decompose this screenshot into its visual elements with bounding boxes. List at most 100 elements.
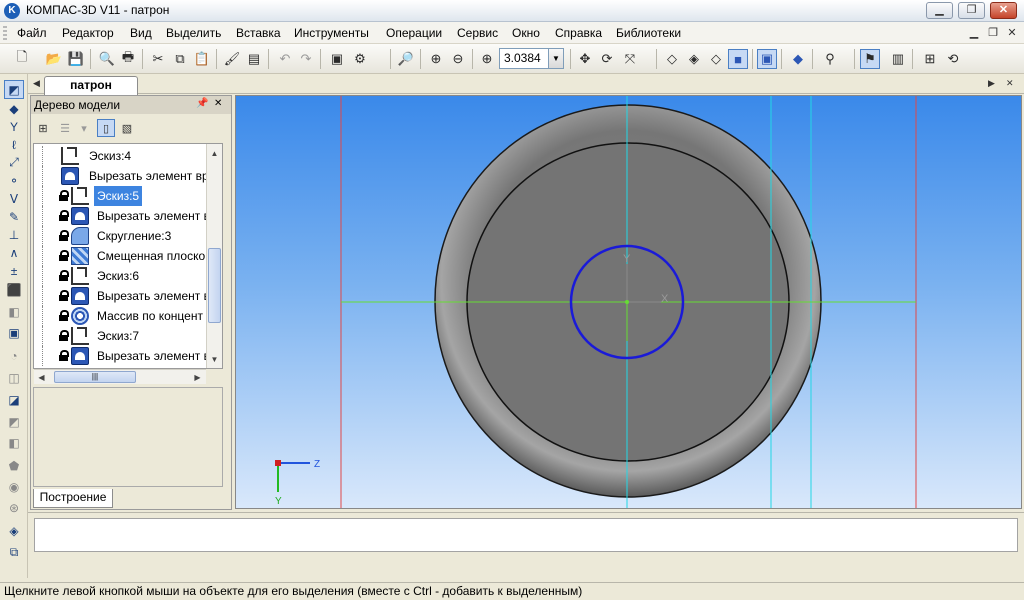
scroll-right-icon[interactable]: ▶ <box>190 370 205 385</box>
geometry-icon[interactable]: ⤢ <box>4 153 24 172</box>
manager-icon[interactable]: ▣ <box>327 49 347 69</box>
diagnostics-icon[interactable]: ◈ <box>4 521 24 540</box>
tree-item-circular-array[interactable]: Массив по концент <box>34 306 209 326</box>
tab-build[interactable]: Построение <box>33 489 113 508</box>
chamfer-tool-icon[interactable]: ◫ <box>4 368 24 387</box>
properties-brush-icon[interactable]: 🖌 <box>222 49 242 69</box>
variables-icon[interactable]: ▤ <box>244 49 264 69</box>
menu-edit[interactable]: Редактор <box>62 26 114 40</box>
tree-item-sketch-4[interactable]: Эскиз:4 <box>34 146 209 166</box>
hscroll-thumb[interactable]: ||| <box>54 371 136 383</box>
copy-icon[interactable]: ⧉ <box>170 49 190 69</box>
new-document-icon[interactable]: 🗋 <box>12 49 32 69</box>
tree-structure-icon[interactable]: ☰ <box>56 119 74 137</box>
zoom-dropdown-arrow-icon[interactable]: ▼ <box>549 48 564 69</box>
refresh-icon[interactable]: ⟲ <box>943 49 963 69</box>
snap-icon[interactable]: ⚑ <box>860 49 880 69</box>
sweep-icon[interactable]: ◪ <box>4 390 24 409</box>
shell-icon[interactable]: ◩ <box>4 412 24 431</box>
shaded-icon[interactable]: ■ <box>728 49 748 69</box>
tree-item-sketch-6[interactable]: Эскиз:6 <box>34 266 209 286</box>
tree-item-cut-4[interactable]: Вырезать элемент в <box>34 346 210 366</box>
paste-icon[interactable]: 📋 <box>192 49 212 69</box>
curves-icon[interactable]: ℓ <box>4 135 24 154</box>
command-input-area[interactable] <box>34 518 1018 552</box>
perspective-icon[interactable]: ◆ <box>788 49 808 69</box>
measure-icon[interactable]: ⊞ <box>920 49 940 69</box>
draft-icon[interactable]: ◧ <box>4 433 24 452</box>
menu-window[interactable]: Окно <box>512 26 540 40</box>
tab-close-icon[interactable]: ✕ <box>1006 78 1014 89</box>
tree-dropdown-icon[interactable]: ▾ <box>75 119 93 137</box>
tree-vertical-scrollbar[interactable]: ▲ ▼ <box>206 144 222 368</box>
minimize-button[interactable]: ▁ <box>926 2 953 19</box>
select-icon[interactable]: ± <box>4 261 24 280</box>
menu-libraries[interactable]: Библиотеки <box>616 26 681 40</box>
fillet-tool-icon[interactable]: ◔ <box>4 346 24 365</box>
tree-horizontal-scrollbar[interactable]: ◀ ||| ▶ <box>34 369 206 384</box>
measure-3d-icon[interactable]: ⧉ <box>4 543 24 562</box>
dimensions-icon[interactable]: ⚬ <box>4 171 24 190</box>
filter-icon[interactable]: ⚲ <box>820 49 840 69</box>
menu-service[interactable]: Сервис <box>457 26 498 40</box>
rib-icon[interactable]: ⬟ <box>4 456 24 475</box>
document-tab-patron[interactable]: патрон <box>44 76 138 95</box>
scroll-thumb[interactable] <box>208 248 221 323</box>
extrude-icon[interactable]: ⬛ <box>4 280 24 299</box>
panel-close-icon[interactable]: ✕ <box>214 98 222 109</box>
tree-order-icon[interactable]: ⊞ <box>34 119 52 137</box>
menu-tools[interactable]: Инструменты <box>294 26 369 40</box>
print-preview-icon[interactable]: 🔍 <box>97 49 117 69</box>
menu-view[interactable]: Вид <box>130 26 152 40</box>
measure-2d-icon[interactable]: ∧ <box>4 243 24 262</box>
filter-surfaces-icon[interactable]: Y <box>4 117 24 136</box>
tree-view-icon[interactable]: ▯ <box>97 119 115 137</box>
parametrization-icon[interactable]: ⊥ <box>4 225 24 244</box>
parameters-icon[interactable]: ⚙ <box>350 49 370 69</box>
symbols-icon[interactable]: Ⅴ <box>4 189 24 208</box>
tree-item-sketch-5[interactable]: Эскиз:5 <box>34 186 209 206</box>
menu-operations[interactable]: Операции <box>386 26 442 40</box>
scroll-left-icon[interactable]: ◀ <box>34 370 49 385</box>
scroll-down-icon[interactable]: ▼ <box>207 352 222 367</box>
rotate-icon[interactable]: ⟳ <box>597 49 617 69</box>
revolve-icon[interactable]: ◧ <box>4 302 24 321</box>
spatial-curves-icon[interactable]: ◆ <box>4 99 24 118</box>
shaded-edges-icon[interactable]: ▣ <box>757 49 777 69</box>
library-manager-icon[interactable]: ▥ <box>888 49 908 69</box>
maximize-button[interactable]: ❐ <box>958 2 985 19</box>
tree-item-cut-1[interactable]: Вырезать элемент вр <box>34 166 209 186</box>
menu-help[interactable]: Справка <box>555 26 602 40</box>
zoom-in-icon[interactable]: ⊕ <box>426 49 446 69</box>
orientation-icon[interactable]: ⤧ <box>620 49 640 69</box>
zoom-scale-icon[interactable]: ⊕ <box>477 49 497 69</box>
mdi-minimize-icon[interactable]: ▁ <box>966 25 982 41</box>
mdi-restore-icon[interactable]: ❐ <box>985 25 1001 41</box>
open-folder-icon[interactable]: 📂 <box>44 49 64 69</box>
tree-item-cut-2[interactable]: Вырезать элемент в <box>34 206 210 226</box>
tree-item-cut-3[interactable]: Вырезать элемент в <box>34 286 210 306</box>
mdi-close-icon[interactable]: ✕ <box>1004 25 1020 41</box>
menu-select[interactable]: Выделить <box>166 26 221 40</box>
tab-scroll-left-icon[interactable]: ◀ <box>33 78 40 89</box>
tree-item-fillet-3[interactable]: Скругление:3 <box>34 226 209 246</box>
zoom-all-icon[interactable]: 🔎 <box>396 49 416 69</box>
tab-scroll-right-icon[interactable]: ▶ <box>988 78 995 89</box>
editing-icon[interactable]: ✎ <box>4 207 24 226</box>
scroll-up-icon[interactable]: ▲ <box>207 146 222 161</box>
edit-part-icon[interactable]: ◩ <box>4 80 24 99</box>
zoom-scale-input[interactable]: 3.0384 <box>499 48 549 69</box>
thread-icon[interactable]: ◉ <box>4 477 24 496</box>
zoom-out-icon[interactable]: ⊖ <box>448 49 468 69</box>
cut-extrude-tool-icon[interactable]: ▣ <box>4 323 24 342</box>
redo-icon[interactable]: ↷ <box>296 49 316 69</box>
pan-icon[interactable]: ✥ <box>575 49 595 69</box>
cut-icon[interactable]: ✂ <box>148 49 168 69</box>
array-tool-icon[interactable]: ⊛ <box>4 498 24 517</box>
3d-viewport[interactable]: Y X Z Y <box>235 95 1022 509</box>
wireframe-icon[interactable]: ◇ <box>662 49 682 69</box>
menu-grip-icon[interactable] <box>3 26 7 40</box>
menu-insert[interactable]: Вставка <box>236 26 281 40</box>
tree-item-sketch-7[interactable]: Эскиз:7 <box>34 326 209 346</box>
close-button[interactable]: ✕ <box>990 2 1017 19</box>
